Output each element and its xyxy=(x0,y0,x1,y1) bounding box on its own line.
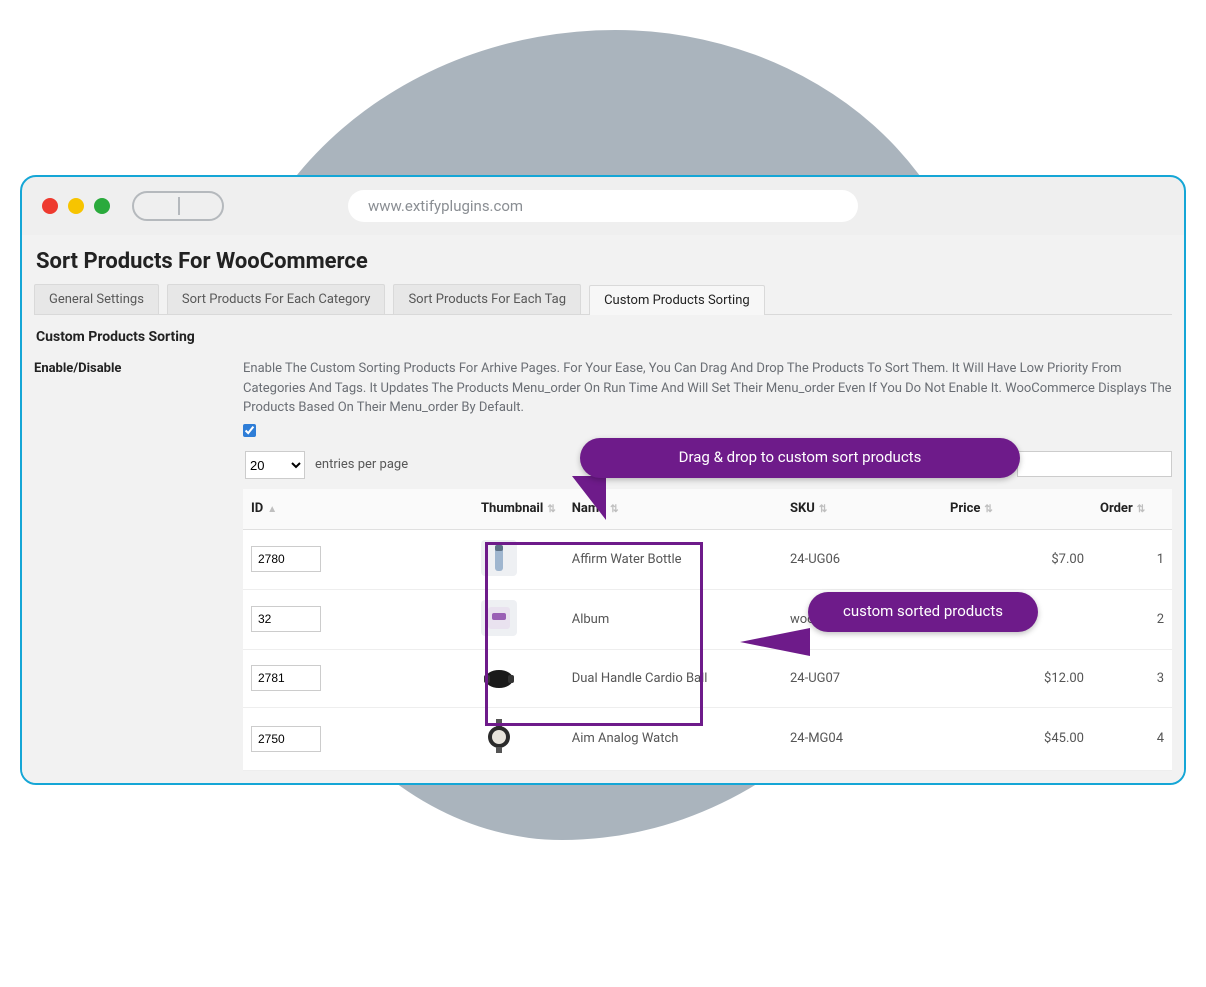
col-order[interactable]: Order⇅ xyxy=(1092,489,1172,529)
maximize-icon[interactable] xyxy=(94,198,110,214)
enable-body: Enable The Custom Sorting Products For A… xyxy=(243,359,1172,771)
browser-chrome: www.extifyplugins.com xyxy=(22,177,1184,235)
nav-pill[interactable] xyxy=(132,191,224,221)
sort-icon: ▲ xyxy=(267,504,277,515)
page-title: Sort Products For WooCommerce xyxy=(36,249,1170,274)
products-table: ID▲ Thumbnail⇅ Name⇅ SKU⇅ Price⇅ Order⇅ xyxy=(243,489,1172,771)
entries-label: entries per page xyxy=(315,455,408,475)
thumbnail-icon xyxy=(481,660,517,696)
cell-order: 2 xyxy=(1092,590,1172,650)
cell-price: $45.00 xyxy=(942,708,1092,771)
table-row[interactable]: Aim Analog Watch 24-MG04 $45.00 4 xyxy=(243,708,1172,771)
callout-tail xyxy=(554,476,606,520)
thumbnail-icon xyxy=(481,540,517,576)
col-price[interactable]: Price⇅ xyxy=(942,489,1092,529)
close-icon[interactable] xyxy=(42,198,58,214)
url-bar[interactable]: www.extifyplugins.com xyxy=(348,190,858,222)
id-stepper[interactable] xyxy=(251,606,321,632)
minimize-icon[interactable] xyxy=(68,198,84,214)
enable-setting-row: Enable/Disable Enable The Custom Sorting… xyxy=(34,359,1172,771)
cell-name: Dual Handle Cardio Ball xyxy=(564,649,782,708)
table-row[interactable]: Dual Handle Cardio Ball 24-UG07 $12.00 3 xyxy=(243,649,1172,708)
tab-custom[interactable]: Custom Products Sorting xyxy=(589,285,765,315)
sort-icon: ⇅ xyxy=(610,504,618,515)
cell-sku: 24-UG06 xyxy=(782,529,942,590)
callout-drag-drop: Drag & drop to custom sort products xyxy=(580,438,1020,478)
thumbnail-icon xyxy=(481,718,517,754)
sort-icon: ⇅ xyxy=(819,504,827,515)
enable-description: Enable The Custom Sorting Products For A… xyxy=(243,359,1172,418)
cell-order: 4 xyxy=(1092,708,1172,771)
cell-sku: 24-UG07 xyxy=(782,649,942,708)
url-text: www.extifyplugins.com xyxy=(368,197,523,215)
sort-icon: ⇅ xyxy=(984,504,992,515)
id-stepper[interactable] xyxy=(251,726,321,752)
entries-select[interactable]: 20 xyxy=(245,451,305,479)
enable-label: Enable/Disable xyxy=(34,359,219,376)
col-thumbnail[interactable]: Thumbnail⇅ xyxy=(473,489,564,529)
cell-price: $7.00 xyxy=(942,529,1092,590)
section-title: Custom Products Sorting xyxy=(36,329,1170,345)
enable-checkbox[interactable] xyxy=(243,424,256,437)
table-body: Affirm Water Bottle 24-UG06 $7.00 1 Albu… xyxy=(243,529,1172,770)
tab-tag[interactable]: Sort Products For Each Tag xyxy=(393,284,581,314)
col-id[interactable]: ID▲ xyxy=(243,489,473,529)
cell-order: 1 xyxy=(1092,529,1172,590)
traffic-lights xyxy=(42,198,110,214)
id-stepper[interactable] xyxy=(251,665,321,691)
callout-tail xyxy=(740,628,810,656)
tab-general[interactable]: General Settings xyxy=(34,284,159,314)
id-stepper[interactable] xyxy=(251,546,321,572)
cell-name: Affirm Water Bottle xyxy=(564,529,782,590)
callout-sorted: custom sorted products xyxy=(808,592,1038,632)
col-sku[interactable]: SKU⇅ xyxy=(782,489,942,529)
thumbnail-icon xyxy=(481,600,517,636)
tab-category[interactable]: Sort Products For Each Category xyxy=(167,284,386,314)
search-input[interactable] xyxy=(1017,451,1172,477)
cell-price: $12.00 xyxy=(942,649,1092,708)
settings-tabs: General Settings Sort Products For Each … xyxy=(34,284,1172,315)
cell-order: 3 xyxy=(1092,649,1172,708)
cell-sku: 24-MG04 xyxy=(782,708,942,771)
cell-name: Aim Analog Watch xyxy=(564,708,782,771)
sort-icon: ⇅ xyxy=(1137,504,1145,515)
table-row[interactable]: Affirm Water Bottle 24-UG06 $7.00 1 xyxy=(243,529,1172,590)
